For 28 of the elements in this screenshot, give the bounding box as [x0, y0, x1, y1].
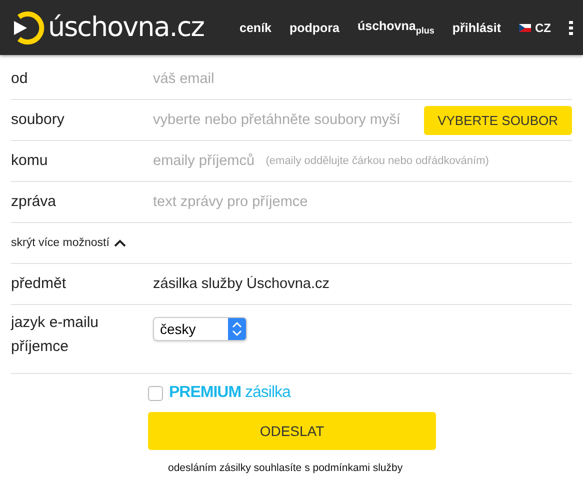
hint-text: (emaily oddělujte čárkou nebo odřádkováním) — [266, 155, 489, 167]
menu-icon[interactable] — [569, 20, 573, 34]
nav-link[interactable]: úschovna$_{plus}$ — [358, 19, 434, 36]
chevron-icon — [114, 239, 126, 247]
language-link[interactable]: CZ — [535, 20, 551, 34]
field-label: od — [11, 69, 29, 89]
input-field[interactable]: emaily příjemců — [153, 153, 262, 169]
field-label: komu — [11, 151, 49, 171]
field-label: soubory — [11, 110, 66, 130]
nav-link[interactable]: ceník — [240, 20, 272, 34]
input-field[interactable]: text zprávy pro příjemce — [153, 194, 572, 210]
input-field[interactable]: vyberte nebo přetáhněte soubory myší — [153, 112, 424, 128]
checkbox[interactable] — [148, 386, 163, 400]
select-file-button[interactable]: VYBERTE SOUBOR — [424, 106, 572, 134]
stepper-icon — [228, 318, 246, 340]
terms-text: odesláním zásilky souhlasíte s podmínkami služby — [168, 462, 403, 474]
send-button[interactable]: ODESLAT — [148, 412, 436, 450]
premium-label: PREMIUM zásilka — [169, 384, 290, 402]
language-select[interactable]: česky — [153, 317, 247, 341]
logo-text: úschovna.cz — [48, 12, 204, 43]
more-options-toggle[interactable]: skrýt více možností — [11, 225, 126, 261]
flag-icon — [519, 24, 531, 32]
field-label: jazyk e-mailu příjemce — [11, 313, 100, 357]
nav-link[interactable]: podpora — [290, 20, 340, 34]
field-label: předmět — [11, 274, 68, 294]
nav-link[interactable]: přihlásit — [452, 20, 501, 34]
field-label: zpráva — [11, 192, 58, 212]
input-field[interactable]: váš email — [153, 71, 572, 87]
